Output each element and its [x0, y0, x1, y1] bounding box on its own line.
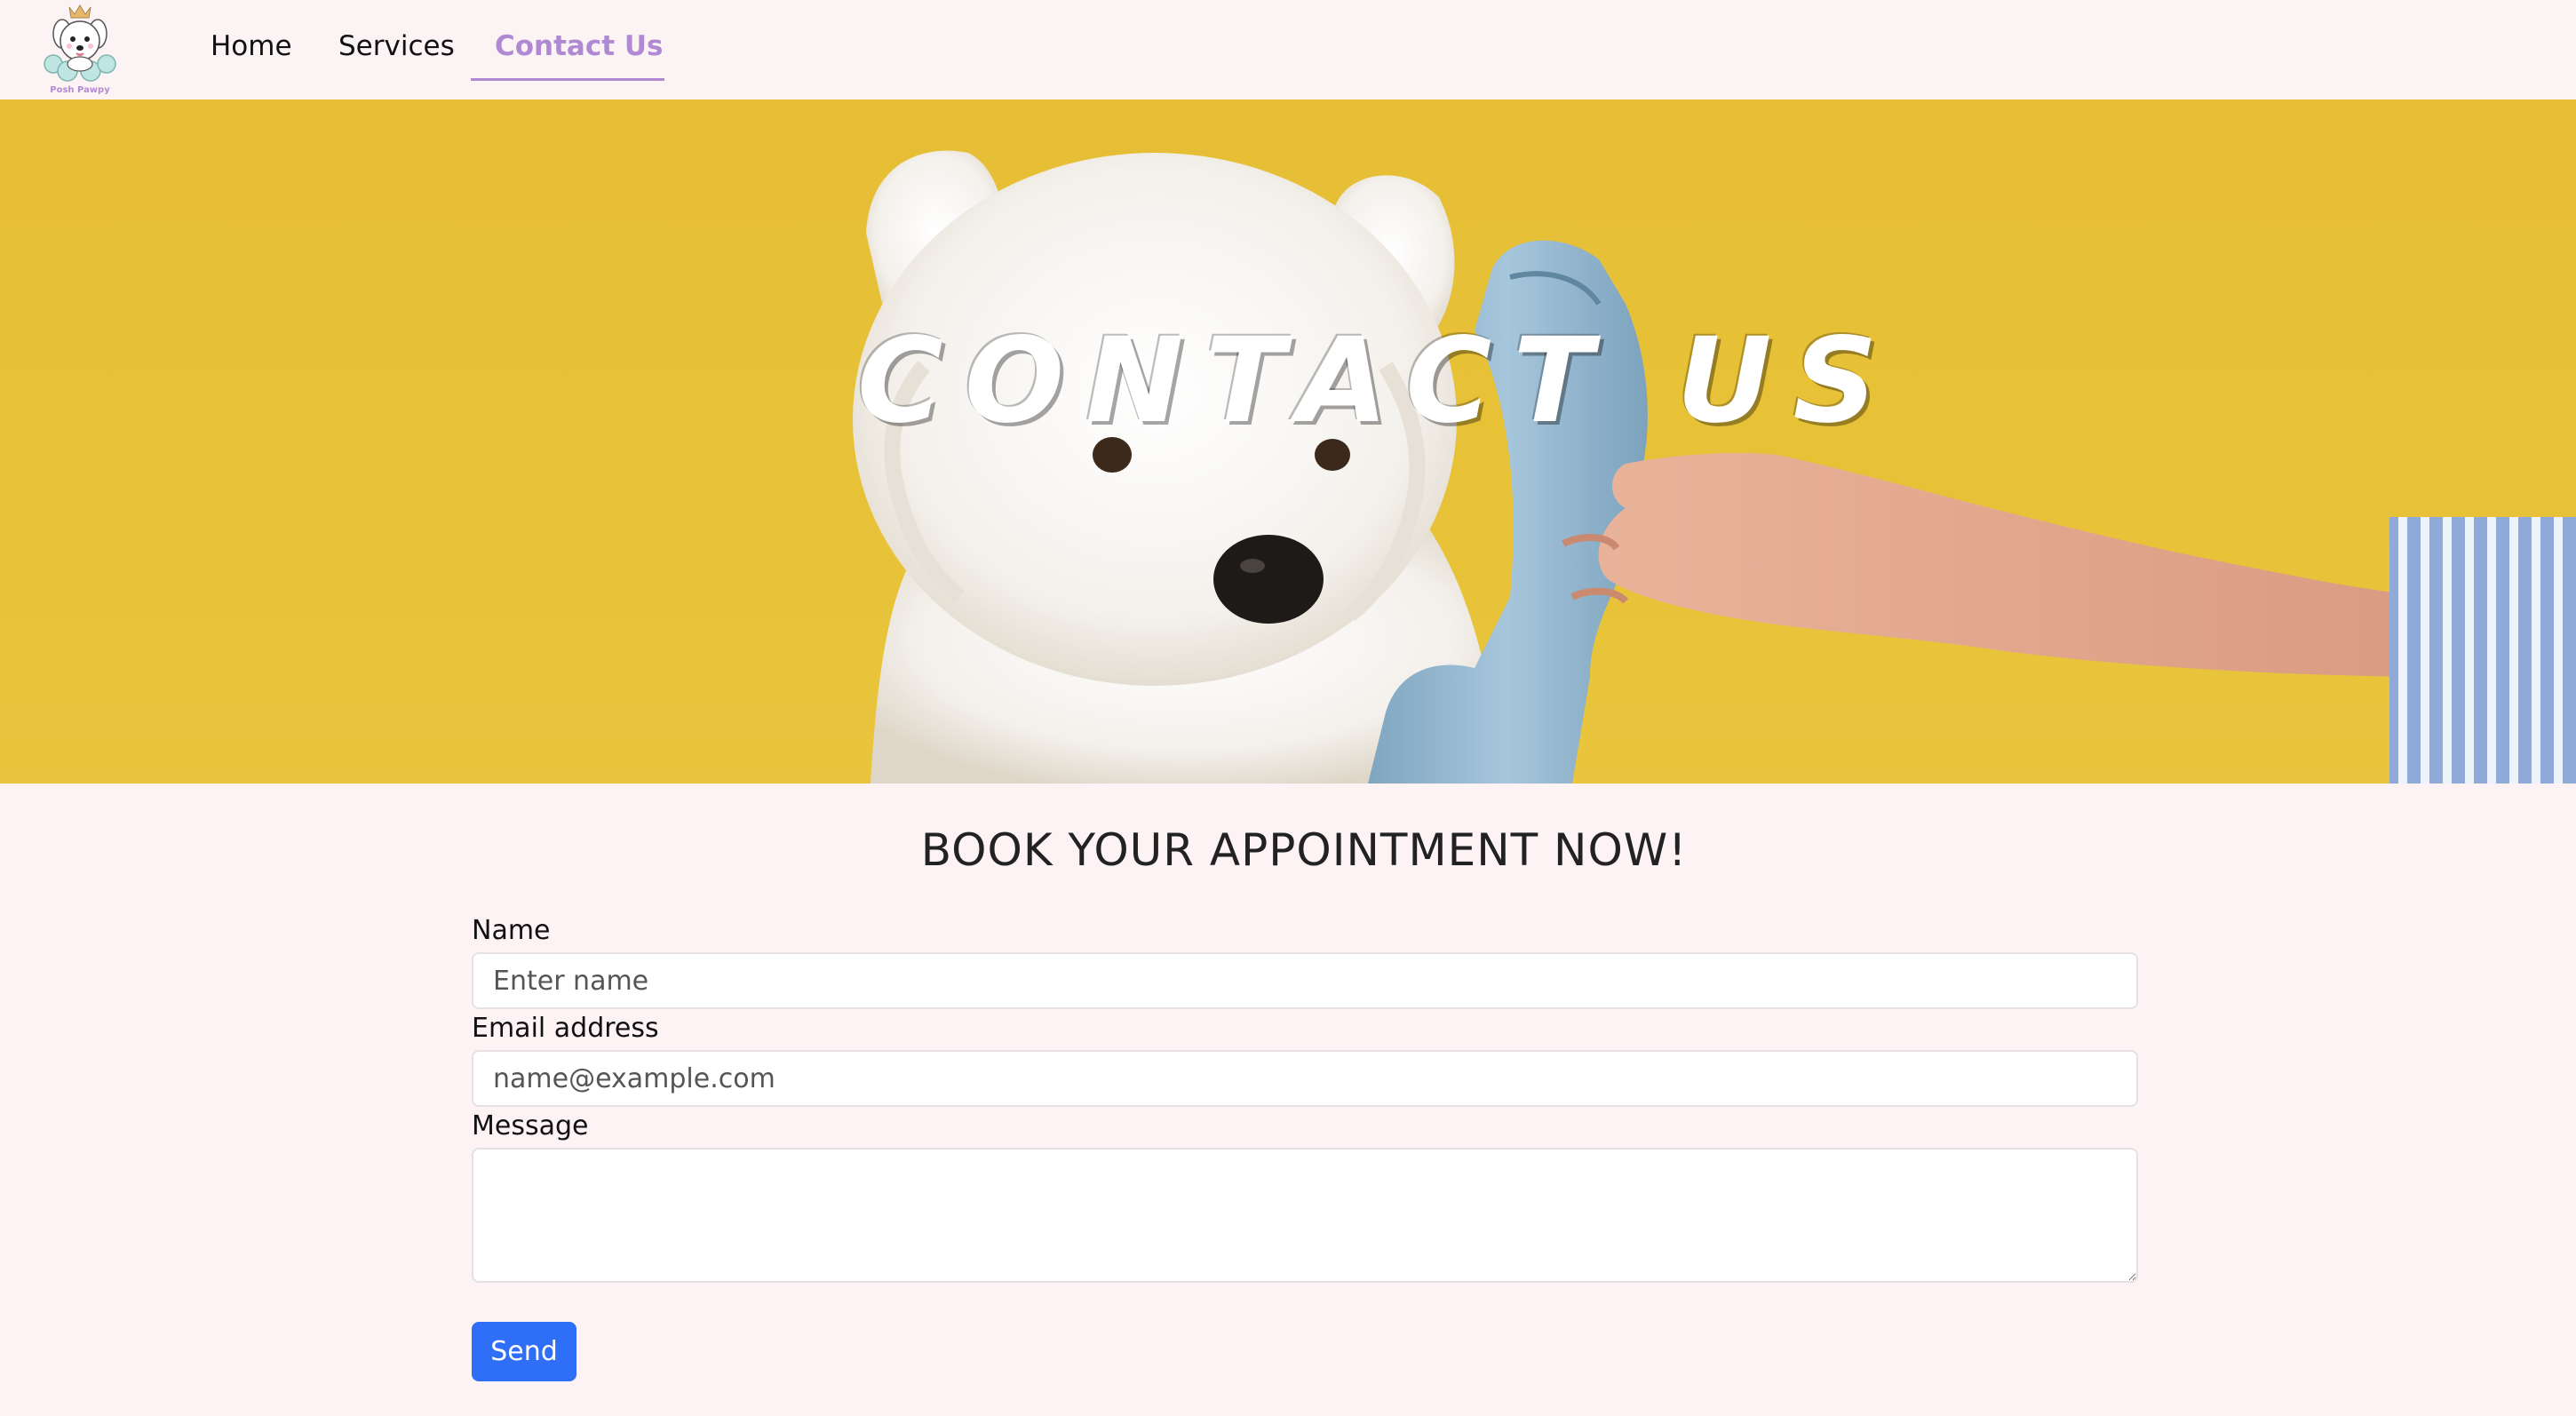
nav-home-link[interactable]: Home — [211, 27, 292, 66]
hero-banner: CONTACT US — [0, 99, 2576, 784]
navbar: Posh Pawpy Home Services Contact Us — [0, 0, 2576, 99]
brand-logo[interactable]: Posh Pawpy — [36, 0, 124, 99]
email-label: Email address — [472, 1013, 659, 1044]
hero-title: CONTACT US — [857, 313, 1899, 449]
name-label: Name — [472, 915, 551, 946]
send-button[interactable]: Send — [472, 1322, 576, 1381]
nav-services-link[interactable]: Services — [338, 27, 455, 66]
email-input[interactable] — [472, 1050, 2138, 1107]
active-tab-underline — [471, 78, 664, 81]
brand-logo-text: Posh Pawpy — [50, 85, 110, 95]
dog-logo-icon — [44, 4, 116, 82]
name-input[interactable] — [472, 952, 2138, 1009]
message-label: Message — [472, 1110, 589, 1142]
nav-contact-link[interactable]: Contact Us — [495, 27, 663, 66]
form-heading: BOOK YOUR APPOINTMENT NOW! — [920, 824, 1688, 876]
message-textarea[interactable] — [472, 1148, 2138, 1283]
